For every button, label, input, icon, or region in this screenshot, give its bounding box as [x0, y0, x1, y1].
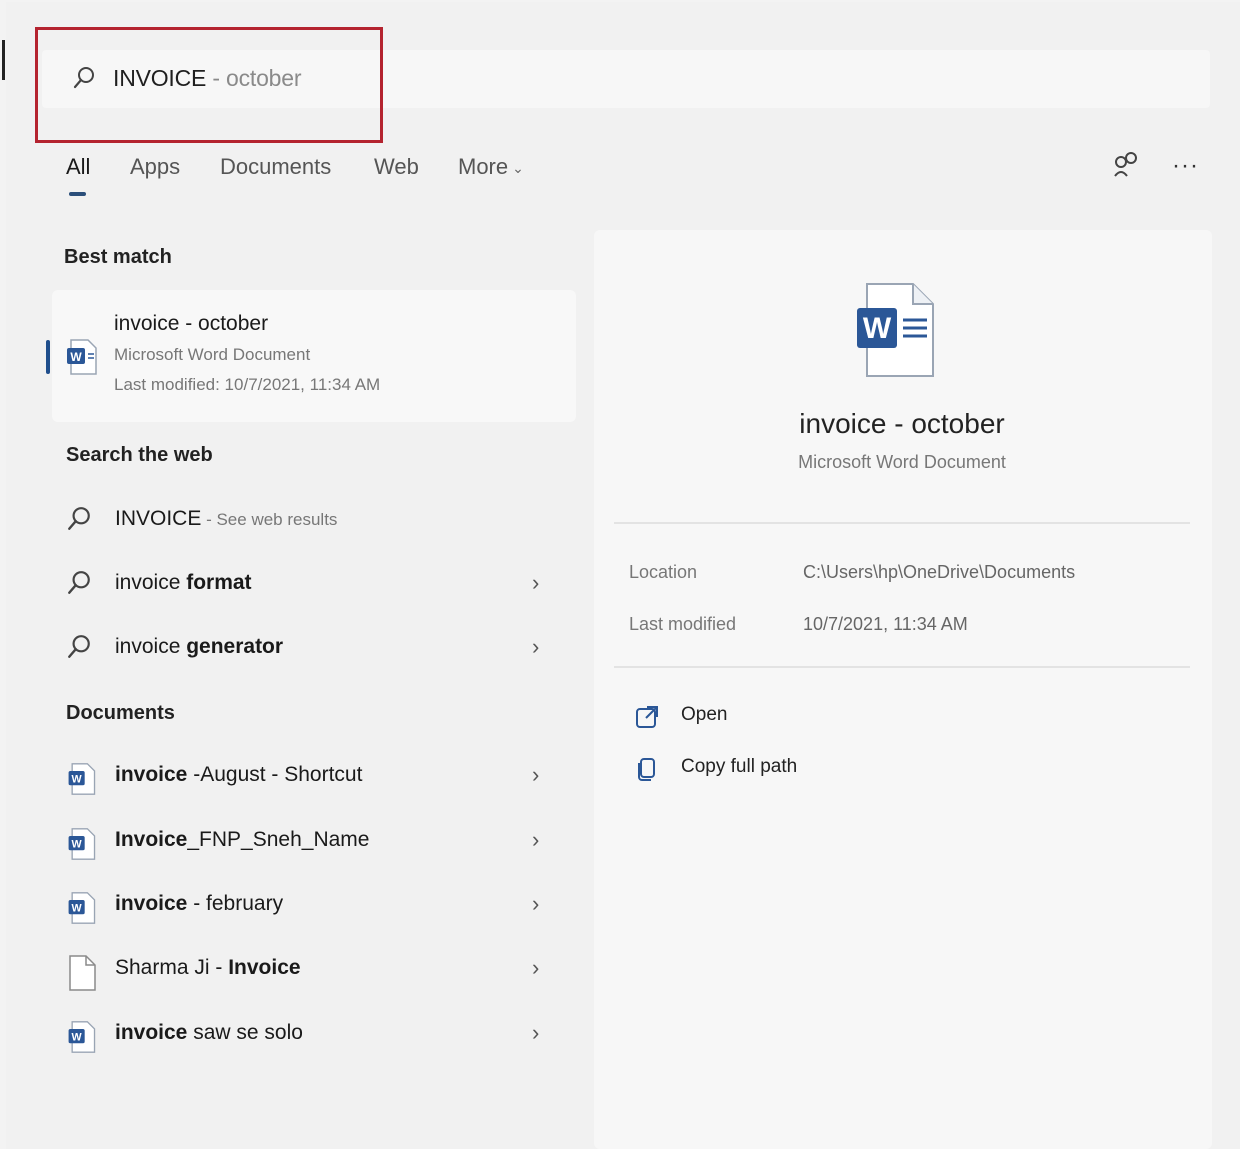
web-result-prefix: invoice — [115, 571, 187, 594]
word-doc-icon: W — [66, 762, 96, 796]
edge-mark — [2, 40, 5, 80]
web-result-label: INVOICE - See web results — [115, 507, 337, 531]
document-label: invoice -August - Shortcut — [115, 763, 362, 787]
chevron-right-icon[interactable]: › — [532, 570, 539, 596]
preview-subtitle: Microsoft Word Document — [798, 452, 1006, 472]
best-match-heading: Best match — [64, 246, 172, 268]
document-item[interactable]: W invoice - february › — [60, 879, 560, 935]
document-match: invoice — [115, 1021, 188, 1044]
document-label: invoice saw se solo — [115, 1021, 303, 1045]
documents-heading: Documents — [66, 702, 175, 724]
chevron-right-icon[interactable]: › — [532, 762, 539, 788]
search-icon — [66, 634, 96, 668]
document-pre: Sharma Ji - — [115, 956, 229, 979]
web-result-invoice-generator[interactable]: invoice generator › — [60, 622, 560, 678]
ellipsis-icon: ··· — [1172, 152, 1199, 179]
word-doc-icon: W — [855, 282, 937, 383]
web-result-suffix: - See web results — [201, 510, 338, 529]
document-item[interactable]: W invoice -August - Shortcut › — [60, 750, 560, 806]
document-item[interactable]: W invoice saw se solo › — [60, 1008, 560, 1064]
tab-all-label: All — [66, 154, 91, 179]
tab-all[interactable]: All — [66, 154, 90, 180]
modified-value: 10/7/2021, 11:34 AM — [803, 614, 968, 634]
tab-all-indicator — [69, 192, 86, 196]
search-icon — [66, 570, 96, 604]
chevron-right-icon[interactable]: › — [532, 827, 539, 853]
tab-web-label: Web — [374, 154, 419, 179]
svg-text:W: W — [72, 1032, 83, 1044]
search-icon — [66, 506, 96, 540]
account-share-button[interactable] — [1112, 150, 1140, 185]
word-doc-icon: W — [66, 891, 96, 925]
document-item[interactable]: W Invoice_FNP_Sneh_Name › — [60, 815, 560, 871]
best-match-modified: Last modified: 10/7/2021, 11:34 AM — [114, 375, 381, 394]
copy-full-path-label: Copy full path — [681, 756, 798, 777]
word-doc-icon: W — [66, 1020, 96, 1054]
document-item[interactable]: Sharma Ji - Invoice › — [60, 943, 560, 999]
document-label: invoice - february — [115, 892, 283, 916]
word-doc-icon: W — [66, 827, 96, 861]
web-result-query: INVOICE — [115, 507, 202, 530]
blank-file-icon — [66, 955, 96, 991]
svg-text:W: W — [72, 839, 83, 851]
copy-icon — [634, 756, 660, 787]
best-match-type: Microsoft Word Document — [114, 345, 311, 364]
more-options-button[interactable]: ··· — [1172, 152, 1199, 180]
chevron-right-icon[interactable]: › — [532, 891, 539, 917]
preview-title: invoice - october — [799, 408, 1005, 439]
web-result-label: invoice format — [115, 571, 252, 595]
open-label: Open — [681, 704, 728, 725]
svg-text:W: W — [72, 774, 83, 786]
document-rest: - february — [187, 892, 284, 915]
open-external-icon — [634, 704, 660, 735]
document-match: Invoice — [228, 956, 301, 979]
web-result-see-results[interactable]: INVOICE - See web results — [60, 494, 560, 550]
web-result-prefix: invoice — [115, 635, 187, 658]
chevron-right-icon[interactable]: › — [532, 1020, 539, 1046]
web-result-label: invoice generator — [115, 635, 283, 659]
document-rest: -August - Shortcut — [187, 763, 363, 786]
tab-more[interactable]: More ⌄ — [458, 154, 524, 180]
chevron-down-icon: ⌄ — [512, 159, 524, 176]
chevron-right-icon[interactable]: › — [532, 955, 539, 981]
document-rest: saw se solo — [187, 1021, 303, 1044]
svg-text:W: W — [863, 312, 892, 345]
divider — [614, 522, 1190, 524]
svg-text:W: W — [72, 903, 83, 915]
selection-indicator — [46, 340, 50, 374]
web-result-bold: format — [186, 571, 252, 594]
annotation-highlight-box — [35, 27, 383, 143]
document-label: Sharma Ji - Invoice — [115, 956, 301, 980]
divider — [614, 666, 1190, 668]
location-label: Location — [629, 562, 698, 582]
document-label: Invoice_FNP_Sneh_Name — [115, 828, 369, 852]
tab-apps-label: Apps — [130, 154, 181, 179]
word-doc-icon: W — [65, 338, 99, 381]
modified-label: Last modified — [629, 614, 737, 634]
web-result-bold: generator — [186, 635, 284, 658]
document-rest: _FNP_Sneh_Name — [187, 828, 370, 851]
tab-apps[interactable]: Apps — [130, 154, 180, 180]
tab-web[interactable]: Web — [374, 154, 419, 180]
document-match: invoice — [115, 892, 188, 915]
location-value: C:\Users\hp\OneDrive\Documents — [803, 562, 1076, 582]
best-match-name: invoice - october — [114, 312, 269, 335]
chevron-right-icon[interactable]: › — [532, 634, 539, 660]
tab-documents[interactable]: Documents — [220, 154, 331, 180]
document-match: Invoice — [115, 828, 188, 851]
svg-text:W: W — [70, 350, 82, 364]
tab-documents-label: Documents — [220, 154, 332, 179]
document-match: invoice — [115, 763, 188, 786]
account-share-icon — [1114, 152, 1137, 177]
web-result-invoice-format[interactable]: invoice format › — [60, 558, 560, 614]
tab-more-label: More — [458, 154, 509, 179]
